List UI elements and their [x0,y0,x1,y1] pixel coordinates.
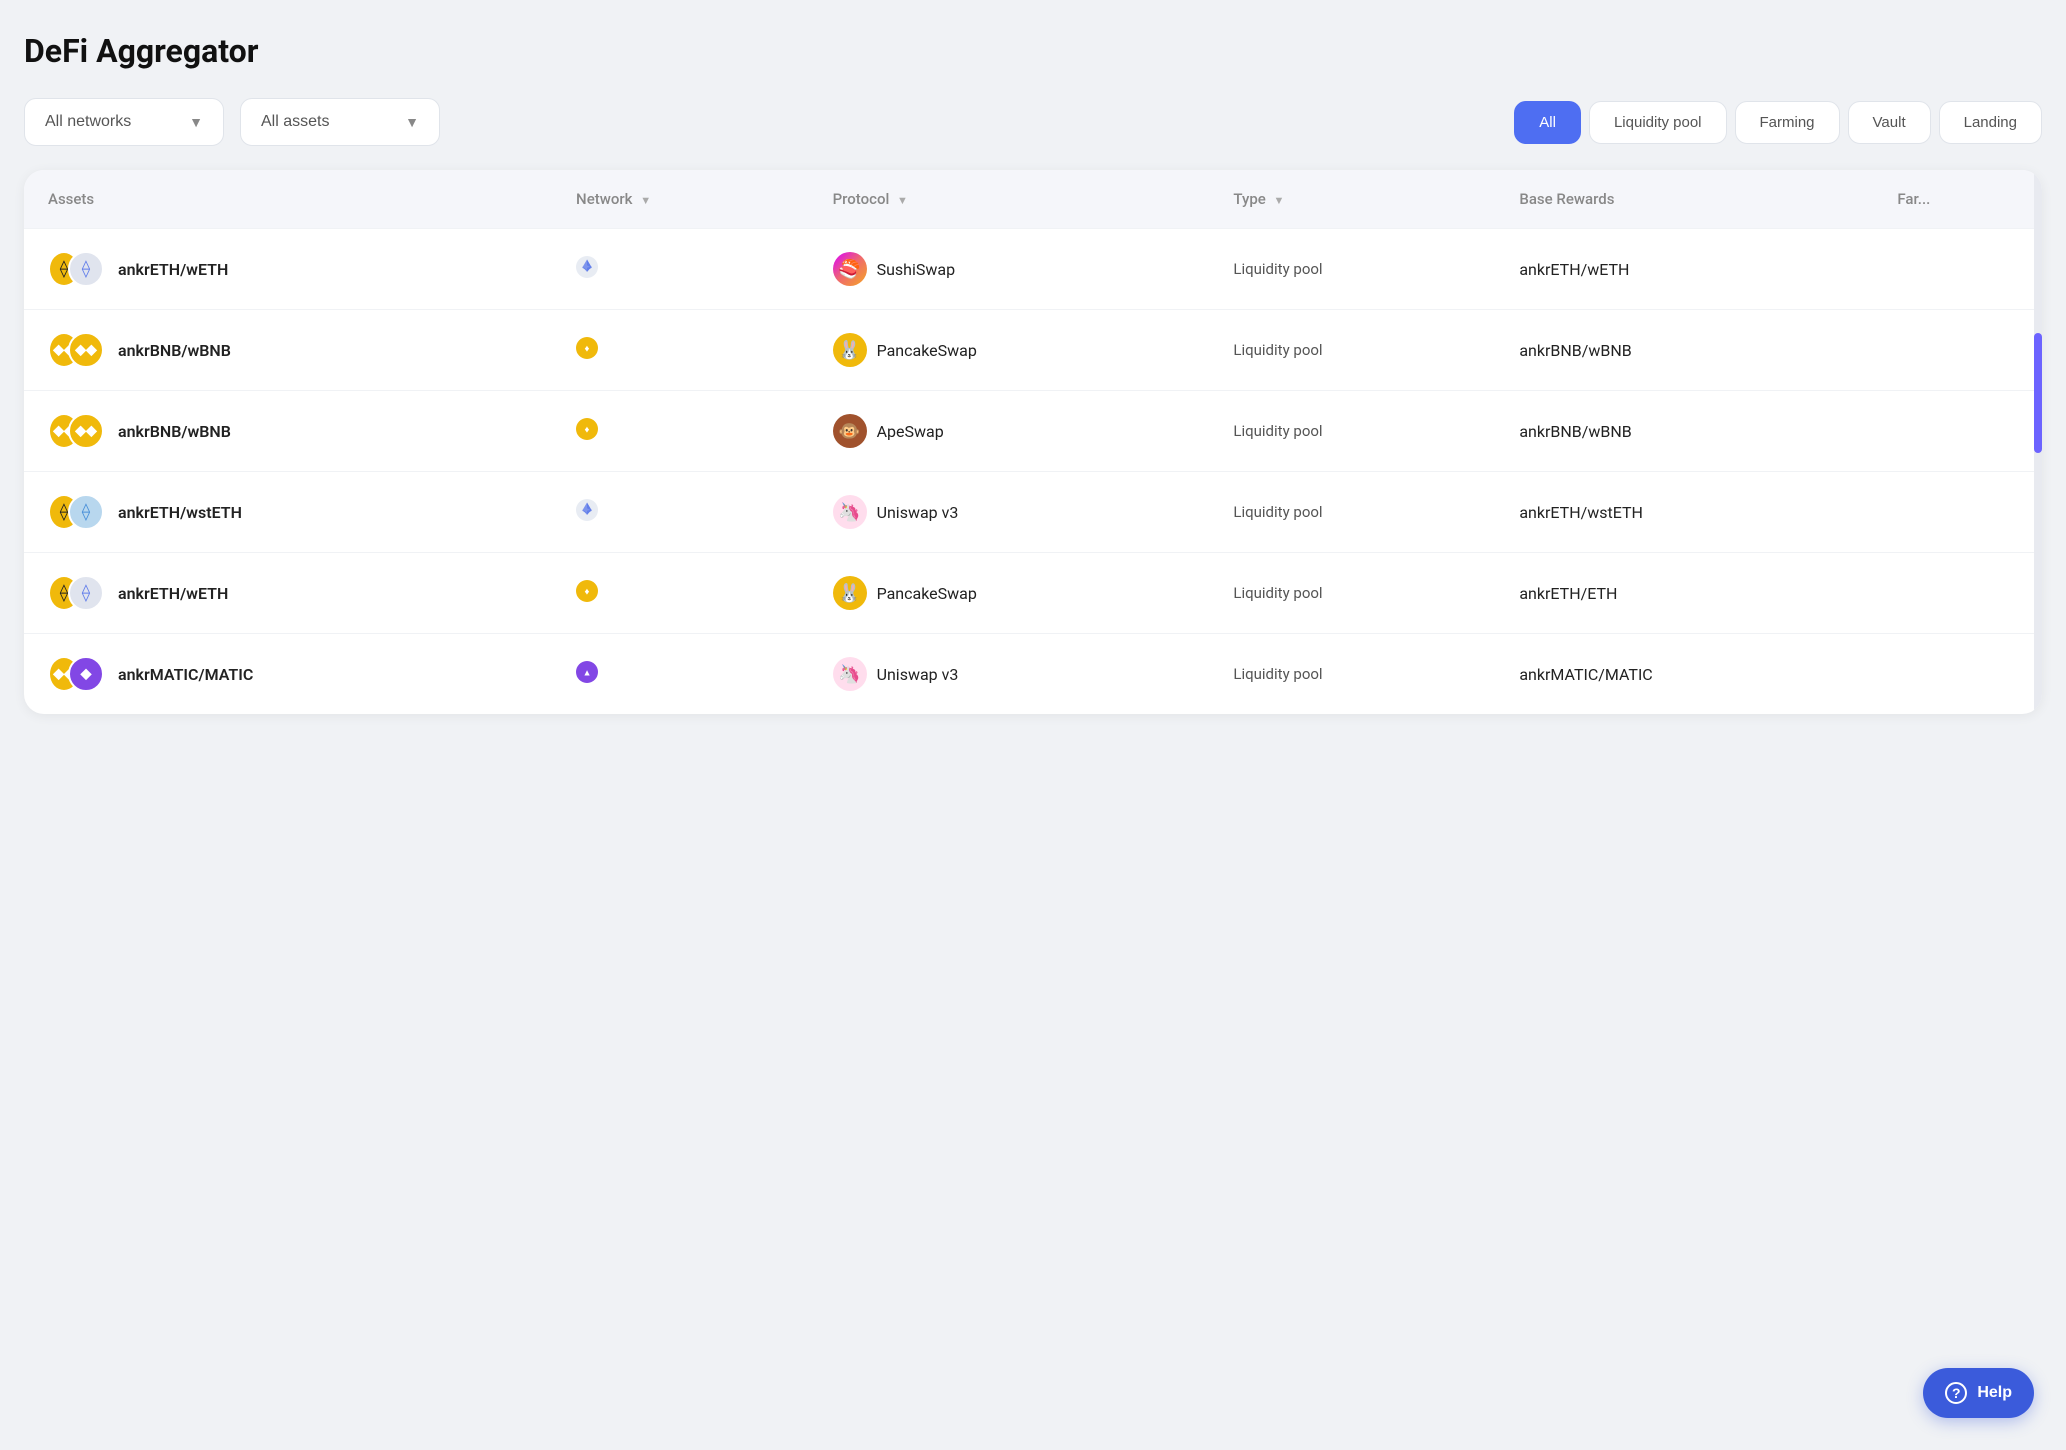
table-row[interactable]: ◆◆ ◆ ankrMATIC/MATIC ▲ 🦄 Uniswap v3 Liqu… [24,634,2042,715]
cell-farming-1 [1873,310,2042,391]
cell-type-1: Liquidity pool [1209,310,1495,391]
cell-network-5: ▲ [552,634,809,715]
tab-vault[interactable]: Vault [1848,101,1931,144]
cell-farming-2 [1873,391,2042,472]
network-filter-chevron: ▼ [189,114,203,130]
col-protocol[interactable]: Protocol ▼ [809,170,1210,229]
cell-network-3 [552,472,809,553]
svg-text:▲: ▲ [583,668,592,678]
main-card: Assets Network ▼ Protocol ▼ Type ▼ [24,170,2042,714]
filters-row: All networks ▼ All assets ▼ All Liquidit… [24,98,2042,146]
cell-base-rewards-4: ankrETH/ETH [1495,553,1873,634]
cell-network-0 [552,229,809,310]
cell-type-4: Liquidity pool [1209,553,1495,634]
network-filter-label: All networks [45,113,131,131]
table-row[interactable]: ⟠ ⟠ ankrETH/wstETH 🦄 Uniswap v3 Liquidit… [24,472,2042,553]
cell-protocol-2: 🐵 ApeSwap [809,391,1210,472]
cell-protocol-0: 🍣 SushiSwap [809,229,1210,310]
cell-assets-4: ⟠ ⟠ ankrETH/wETH [24,553,552,634]
cell-protocol-1: 🐰 PancakeSwap [809,310,1210,391]
cell-assets-2: ◆◆ ◆◆ ankrBNB/wBNB [24,391,552,472]
table-header-row: Assets Network ▼ Protocol ▼ Type ▼ [24,170,2042,229]
type-sort-icon: ▼ [1274,194,1285,207]
page-title: DeFi Aggregator [24,32,2042,70]
svg-text:♦: ♦ [585,424,590,435]
asset-filter-label: All assets [261,113,329,131]
cell-assets-0: ⟠ ⟠ ankrETH/wETH [24,229,552,310]
asset-filter-chevron: ▼ [405,114,419,130]
cell-base-rewards-1: ankrBNB/wBNB [1495,310,1873,391]
table-row[interactable]: ◆◆ ◆◆ ankrBNB/wBNB ♦ 🐵 ApeSwap Liquidity… [24,391,2042,472]
table-row[interactable]: ◆◆ ◆◆ ankrBNB/wBNB ♦ 🐰 PancakeSwap Liqui… [24,310,2042,391]
cell-network-4: ♦ [552,553,809,634]
network-filter[interactable]: All networks ▼ [24,98,224,146]
cell-type-0: Liquidity pool [1209,229,1495,310]
asset-filter[interactable]: All assets ▼ [240,98,440,146]
network-sort-icon: ▼ [640,194,651,207]
col-type[interactable]: Type ▼ [1209,170,1495,229]
cell-assets-3: ⟠ ⟠ ankrETH/wstETH [24,472,552,553]
cell-protocol-5: 🦄 Uniswap v3 [809,634,1210,715]
scrollbar-track[interactable] [2034,170,2042,714]
cell-type-5: Liquidity pool [1209,634,1495,715]
cell-farming-3 [1873,472,2042,553]
tab-farming[interactable]: Farming [1735,101,1840,144]
table-wrapper: Assets Network ▼ Protocol ▼ Type ▼ [24,170,2042,714]
scrollbar-thumb[interactable] [2034,333,2042,453]
table-row[interactable]: ⟠ ⟠ ankrETH/wETH 🍣 SushiSwap Liquidity p… [24,229,2042,310]
cell-network-2: ♦ [552,391,809,472]
col-assets: Assets [24,170,552,229]
help-label: Help [1977,1384,2012,1402]
cell-farming-0 [1873,229,2042,310]
protocol-sort-icon: ▼ [897,194,908,207]
cell-protocol-4: 🐰 PancakeSwap [809,553,1210,634]
cell-assets-1: ◆◆ ◆◆ ankrBNB/wBNB [24,310,552,391]
cell-network-1: ♦ [552,310,809,391]
cell-base-rewards-5: ankrMATIC/MATIC [1495,634,1873,715]
cell-base-rewards-0: ankrETH/wETH [1495,229,1873,310]
svg-text:♦: ♦ [585,343,590,354]
cell-base-rewards-2: ankrBNB/wBNB [1495,391,1873,472]
cell-farming-5 [1873,634,2042,715]
tab-group: All Liquidity pool Farming Vault Landing [1514,101,2042,144]
table-body: ⟠ ⟠ ankrETH/wETH 🍣 SushiSwap Liquidity p… [24,229,2042,715]
cell-farming-4 [1873,553,2042,634]
svg-text:♦: ♦ [585,586,590,597]
cell-protocol-3: 🦄 Uniswap v3 [809,472,1210,553]
cell-assets-5: ◆◆ ◆ ankrMATIC/MATIC [24,634,552,715]
col-farming: Far... [1873,170,2042,229]
assets-table: Assets Network ▼ Protocol ▼ Type ▼ [24,170,2042,714]
col-network[interactable]: Network ▼ [552,170,809,229]
help-icon: ? [1945,1382,1967,1404]
table-row[interactable]: ⟠ ⟠ ankrETH/wETH ♦ 🐰 PancakeSwap Liquidi… [24,553,2042,634]
tab-liquidity-pool[interactable]: Liquidity pool [1589,101,1727,144]
tab-all[interactable]: All [1514,101,1581,144]
cell-type-3: Liquidity pool [1209,472,1495,553]
cell-base-rewards-3: ankrETH/wstETH [1495,472,1873,553]
help-button[interactable]: ? Help [1923,1368,2034,1418]
cell-type-2: Liquidity pool [1209,391,1495,472]
col-base-rewards: Base Rewards [1495,170,1873,229]
tab-landing[interactable]: Landing [1939,101,2042,144]
